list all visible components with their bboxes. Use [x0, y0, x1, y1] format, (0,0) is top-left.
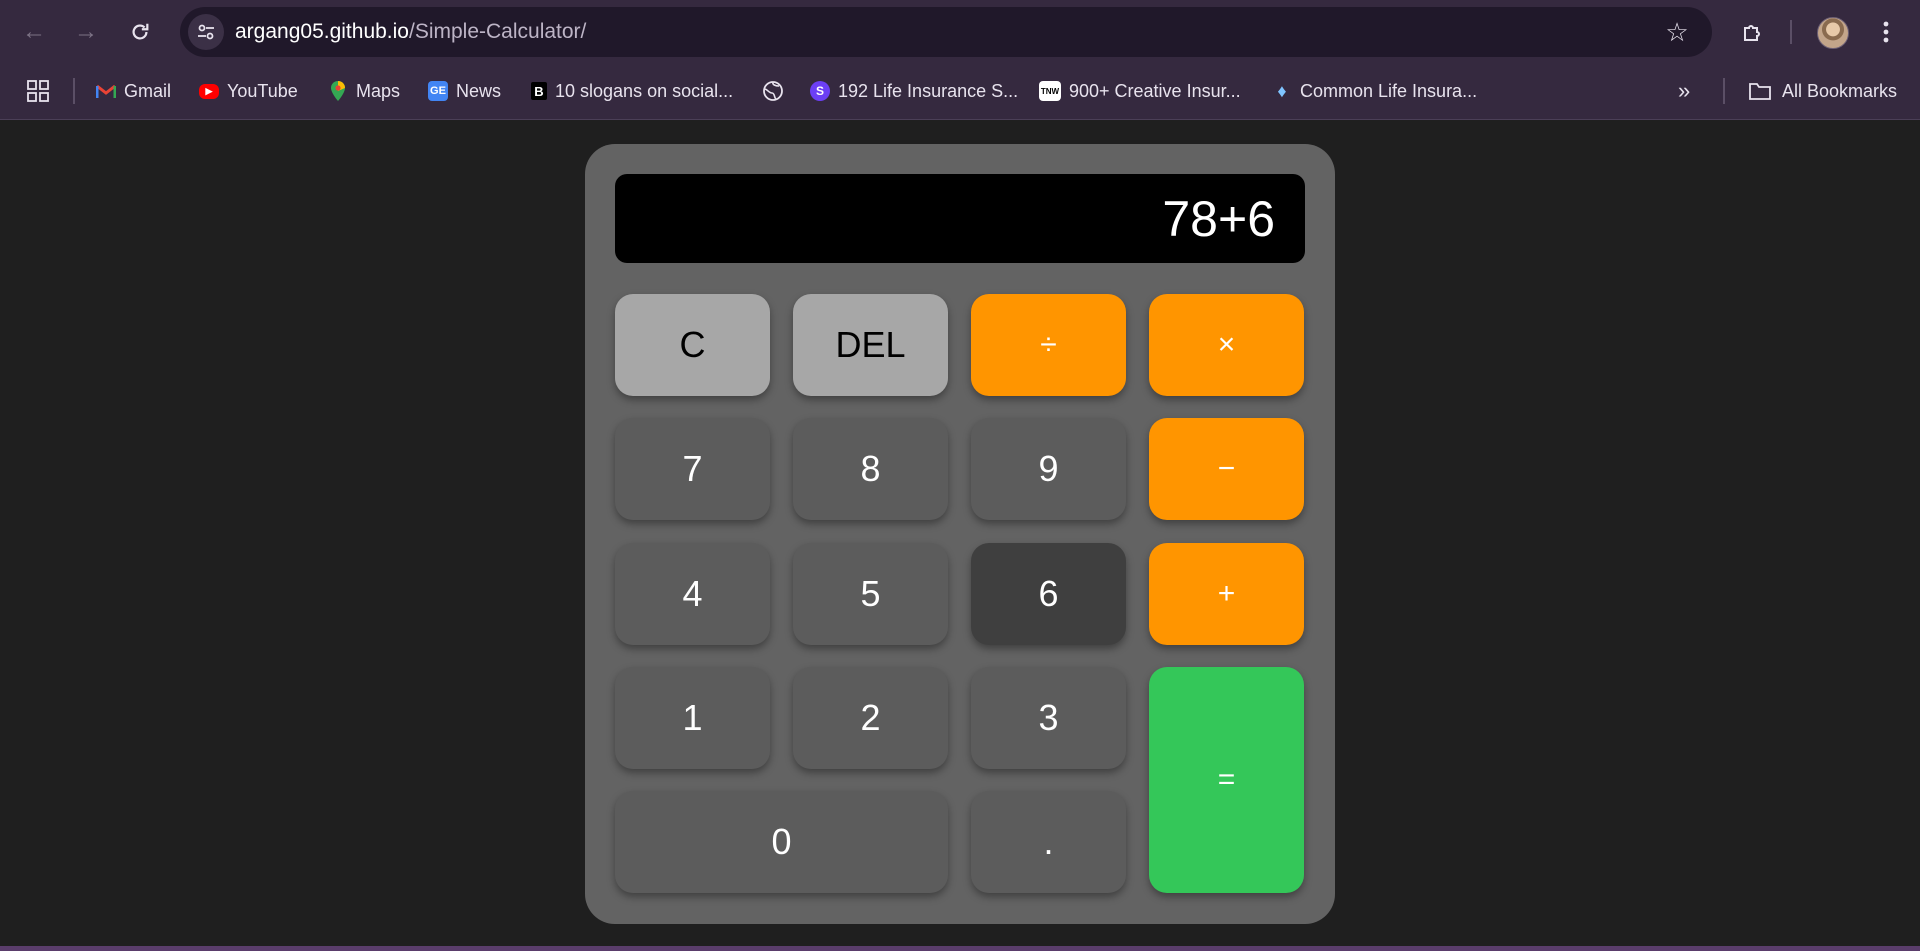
reload-icon	[132, 23, 149, 40]
star-icon: ☆	[1665, 16, 1689, 47]
bookmarks-divider	[73, 78, 75, 104]
url-path: /Simple-Calculator/	[408, 20, 587, 43]
bookmark-life-insurance-192[interactable]: S 192 Life Insurance S...	[810, 77, 1018, 105]
digit-5-button[interactable]: 5	[793, 543, 948, 645]
site-info-button[interactable]	[188, 14, 224, 50]
digit-7-button[interactable]: 7	[615, 418, 770, 520]
equals-button[interactable]: =	[1149, 667, 1304, 893]
back-button[interactable]: ←	[16, 14, 52, 50]
folder-icon	[1749, 83, 1771, 100]
puzzle-icon	[1744, 25, 1760, 41]
calculator: 78+6 C DEL ÷ × 7 8 9 − 4 5 6 + 1 2 3 = 0…	[585, 144, 1335, 924]
browser-toolbar: ← → argang05.github.io/Simple-Calculator…	[0, 0, 1920, 64]
digit-6-button[interactable]: 6	[971, 543, 1126, 645]
arrow-left-icon: ←	[22, 18, 46, 45]
bookmark-label: News	[456, 80, 502, 101]
extensions-button[interactable]	[1735, 14, 1771, 50]
subtract-button[interactable]: −	[1149, 418, 1304, 520]
gem-icon: ♦	[1277, 80, 1287, 101]
add-button[interactable]: +	[1149, 543, 1304, 645]
arrow-right-icon: →	[74, 18, 98, 45]
delete-button[interactable]: DEL	[793, 294, 948, 396]
gmail-icon	[96, 81, 116, 101]
bookmark-common-life[interactable]: ♦ Common Life Insura...	[1272, 77, 1477, 105]
clear-button[interactable]: C	[615, 294, 770, 396]
bookmark-label: 900+ Creative Insur...	[1069, 80, 1241, 101]
bookmark-gmail[interactable]: Gmail	[96, 77, 171, 105]
toolbar-divider	[1790, 20, 1792, 44]
s-icon: S	[810, 81, 830, 101]
bookmark-label: 10 slogans on social...	[555, 80, 734, 101]
digit-1-button[interactable]: 1	[615, 667, 770, 769]
browser-menu-button[interactable]	[1868, 14, 1904, 50]
all-bookmarks-button[interactable]: All Bookmarks	[1748, 77, 1897, 105]
more-bookmarks-button[interactable]: »	[1678, 77, 1690, 105]
digit-0-button[interactable]: 0	[615, 791, 948, 893]
tnw-icon: TNW	[1039, 81, 1061, 101]
bookmark-star-button[interactable]: ☆	[1660, 15, 1694, 49]
bookmark-slogans[interactable]: B 10 slogans on social...	[531, 77, 733, 105]
bookmark-label: Maps	[356, 80, 401, 101]
bookmark-creative-insurance[interactable]: TNW 900+ Creative Insur...	[1039, 77, 1241, 105]
multiply-button[interactable]: ×	[1149, 294, 1304, 396]
profile-avatar[interactable]	[1817, 17, 1849, 49]
digit-9-button[interactable]: 9	[971, 418, 1126, 520]
bookmark-globe[interactable]	[762, 77, 784, 105]
forward-button[interactable]: →	[68, 14, 104, 50]
bookmark-news[interactable]: GE News	[428, 77, 501, 105]
digit-2-button[interactable]: 2	[793, 667, 948, 769]
news-icon: GE	[428, 81, 448, 101]
address-bar[interactable]: argang05.github.io/Simple-Calculator/ ☆	[180, 7, 1712, 57]
bookmarks-bar: Gmail ▶ YouTube Maps GE News B 10 slogan…	[0, 64, 1920, 120]
bookmarks-divider-right	[1723, 78, 1725, 104]
apps-button[interactable]	[26, 77, 50, 105]
all-bookmarks-label: All Bookmarks	[1782, 80, 1898, 101]
bottom-edge	[0, 946, 1920, 951]
bookmark-maps[interactable]: Maps	[328, 77, 400, 105]
url-host: argang05.github.io	[235, 20, 409, 43]
bookmark-label: 192 Life Insurance S...	[838, 80, 1019, 101]
bookmark-label: YouTube	[227, 80, 298, 101]
globe-icon	[763, 81, 783, 101]
digit-4-button[interactable]: 4	[615, 543, 770, 645]
youtube-icon: ▶	[199, 83, 219, 99]
reload-button[interactable]	[122, 14, 158, 50]
decimal-button[interactable]: .	[971, 791, 1126, 893]
bookmark-label: Common Life Insura...	[1300, 80, 1478, 101]
b-icon: B	[531, 82, 547, 100]
digit-3-button[interactable]: 3	[971, 667, 1126, 769]
bookmark-youtube[interactable]: ▶ YouTube	[199, 77, 298, 105]
maps-icon	[328, 81, 348, 101]
more-vert-icon	[1883, 21, 1889, 43]
bookmark-label: Gmail	[124, 80, 172, 101]
url-text[interactable]: argang05.github.io/Simple-Calculator/	[235, 20, 586, 44]
digit-8-button[interactable]: 8	[793, 418, 948, 520]
apps-grid-icon	[27, 80, 49, 102]
divide-button[interactable]: ÷	[971, 294, 1126, 396]
calculator-display: 78+6	[615, 174, 1305, 263]
tune-icon	[198, 24, 214, 40]
chevron-double-right-icon: »	[1678, 78, 1691, 103]
